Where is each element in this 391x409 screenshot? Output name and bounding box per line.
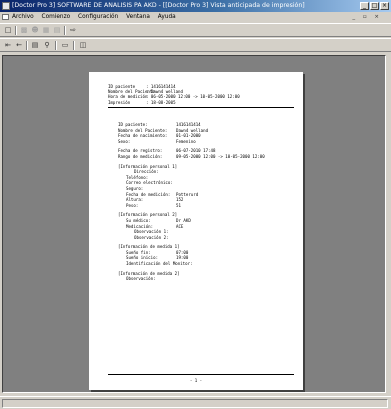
first-page-icon[interactable]: ⇤ bbox=[3, 41, 13, 50]
menu-bar: Archivo Comienzo Configuración Ventana A… bbox=[0, 12, 391, 22]
single-page-icon[interactable]: ▭ bbox=[60, 41, 70, 50]
exit-icon[interactable]: ⇨ bbox=[68, 26, 78, 35]
user-icon[interactable]: ☻ bbox=[30, 26, 40, 35]
header-divider bbox=[108, 107, 294, 108]
main-toolbar: □ ▩ ☻ ▦ ▤ ⇨ bbox=[0, 23, 391, 37]
title-bar[interactable]: [Doctor Pro 3] SOFTWARE DE ANALISIS PA A… bbox=[0, 0, 391, 12]
application-window: [Doctor Pro 3] SOFTWARE DE ANALISIS PA A… bbox=[0, 0, 391, 409]
save-icon[interactable]: ▩ bbox=[19, 26, 29, 35]
toolbar-separator bbox=[73, 41, 75, 50]
app-icon[interactable] bbox=[2, 2, 10, 10]
status-pane bbox=[2, 399, 388, 408]
mdi-window-controls[interactable]: _ ▫ × bbox=[352, 12, 382, 22]
doc-icon[interactable]: □ bbox=[3, 26, 13, 35]
menu-ventana[interactable]: Ventana bbox=[126, 14, 150, 20]
chart-icon[interactable]: ▦ bbox=[41, 26, 51, 35]
toolbar-separator bbox=[15, 26, 17, 35]
two-page-icon[interactable]: ◫ bbox=[78, 41, 88, 50]
zoom-icon[interactable]: ⚲ bbox=[42, 41, 52, 50]
header-row: Impresión: 18-08-2005 bbox=[108, 99, 176, 105]
menu-archivo[interactable]: Archivo bbox=[12, 14, 34, 20]
maximize-button[interactable]: □ bbox=[370, 2, 379, 10]
status-bar bbox=[0, 396, 391, 409]
toolbar-separator bbox=[55, 41, 57, 50]
preview-area[interactable]: ID paciente: 1416141414 Nombre del Pacie… bbox=[2, 55, 386, 393]
minimize-button[interactable]: _ bbox=[360, 2, 369, 10]
print-icon[interactable]: ▤ bbox=[52, 26, 62, 35]
footer-divider bbox=[108, 374, 294, 375]
close-button[interactable]: × bbox=[380, 2, 389, 10]
menu-comienzo[interactable]: Comienzo bbox=[42, 14, 71, 20]
print-icon[interactable]: ▤ bbox=[30, 41, 40, 50]
toolbar-separator bbox=[64, 26, 66, 35]
menu-configuracion[interactable]: Configuración bbox=[78, 14, 118, 20]
prev-page-icon[interactable]: ← bbox=[14, 41, 24, 50]
window-title: [Doctor Pro 3] SOFTWARE DE ANALISIS PA A… bbox=[12, 2, 305, 9]
menu-ayuda[interactable]: Ayuda bbox=[158, 14, 176, 20]
preview-toolbar: ⇤ ← ▤ ⚲ ▭ ◫ bbox=[0, 38, 391, 52]
toolbar-separator bbox=[26, 41, 28, 50]
report-header: ID paciente: 1416141414 Nombre del Pacie… bbox=[108, 84, 294, 105]
document-icon[interactable] bbox=[2, 14, 9, 20]
field-row: Observación: bbox=[126, 276, 156, 282]
report-body: ID paciente: 1416141414 Nombre del Pacien… bbox=[118, 122, 294, 282]
report-page: ID paciente: 1416141414 Nombre del Pacie… bbox=[89, 72, 303, 390]
page-number: - 1 - bbox=[189, 378, 203, 383]
